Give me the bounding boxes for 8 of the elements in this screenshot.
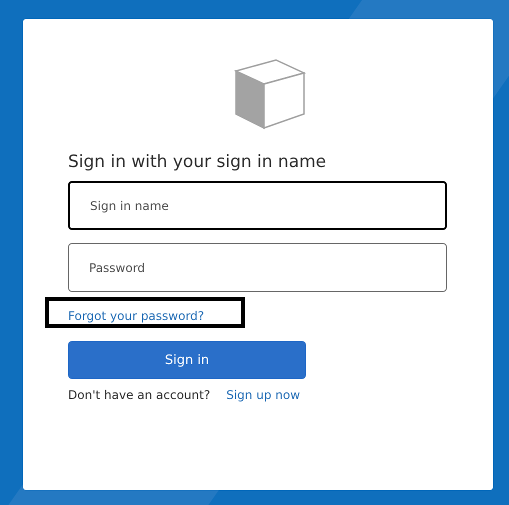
form-heading: Sign in with your sign in name bbox=[68, 151, 328, 174]
sign-up-link[interactable]: Sign up now bbox=[226, 388, 300, 402]
input-field[interactable]: Sign in name bbox=[68, 181, 447, 230]
sign-in-button[interactable]: Sign in bbox=[68, 341, 306, 379]
signup-prompt: Don't have an account? bbox=[68, 388, 210, 402]
cube-icon bbox=[234, 59, 306, 131]
input-field[interactable]: Password bbox=[68, 243, 447, 292]
forgot-password-link[interactable]: Forgot your password? bbox=[68, 309, 204, 323]
